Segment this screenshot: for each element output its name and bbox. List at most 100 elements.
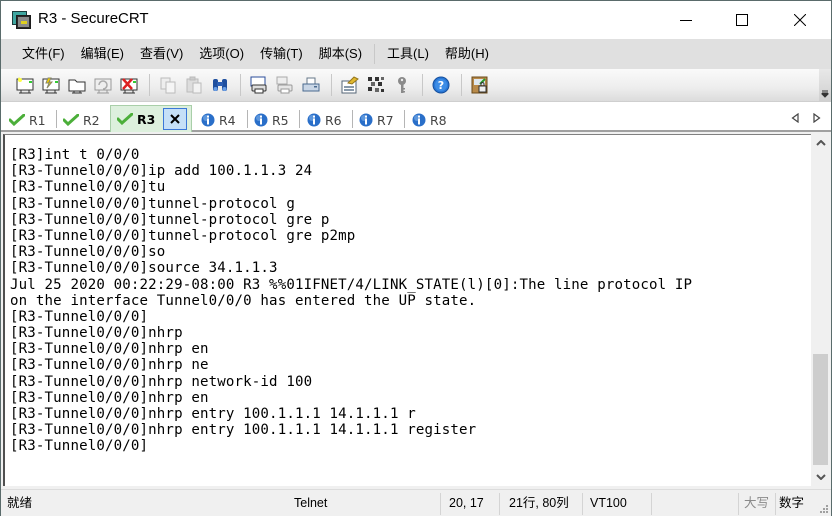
terminal-line: [R3-Tunnel0/0/0]tu xyxy=(10,179,166,196)
connect-button[interactable] xyxy=(65,73,89,97)
menu-bar: 文件(F) 编辑(E) 查看(V) 选项(O) 传输(T) 脚本(S) 工具(L… xyxy=(1,39,831,69)
terminal-line: [R3-Tunnel0/0/0]nhrp en xyxy=(10,341,209,358)
triangle-left-icon xyxy=(791,113,799,123)
terminal-line: [R3-Tunnel0/0/0]source 34.1.1.3 xyxy=(10,260,278,277)
info-icon xyxy=(254,113,268,127)
menu-script[interactable]: 脚本(S) xyxy=(311,43,370,65)
find-button[interactable] xyxy=(208,73,232,97)
tab-label: R8 xyxy=(430,112,447,128)
session-options-button[interactable] xyxy=(338,73,362,97)
menu-options[interactable]: 选项(O) xyxy=(191,43,252,65)
terminal-line: [R3-Tunnel0/0/0]nhrp entry 100.1.1.1 14.… xyxy=(10,406,416,422)
info-icon xyxy=(307,113,321,127)
close-icon xyxy=(170,114,181,124)
tab-r1[interactable]: R1 xyxy=(9,109,46,131)
window-title: R3 - SecureCRT xyxy=(38,10,149,27)
print-screen-button[interactable] xyxy=(247,73,271,97)
scroll-up-button[interactable] xyxy=(811,134,830,152)
menu-transfer[interactable]: 传输(T) xyxy=(252,43,311,65)
toolbar-overflow-button[interactable] xyxy=(819,69,831,102)
sftp-button[interactable] xyxy=(468,73,492,97)
tab-r3[interactable]: R3 xyxy=(110,105,193,132)
print-screen-icon xyxy=(250,76,267,94)
scrollbar-thumb[interactable] xyxy=(813,354,828,465)
session-options-icon xyxy=(341,76,359,94)
info-icon xyxy=(201,113,215,127)
menu-tools[interactable]: 工具(L) xyxy=(379,43,437,65)
tab-label: R5 xyxy=(272,112,289,128)
terminal-line: [R3-Tunnel0/0/0]nhrp xyxy=(10,325,183,342)
terminal-line: [R3-Tunnel0/0/0]ip add 100.1.1.3 24 xyxy=(10,163,313,180)
tab-scroll-left-button[interactable] xyxy=(788,110,802,126)
tab-label: R1 xyxy=(29,112,46,128)
quick-connect-button[interactable] xyxy=(13,73,37,97)
session-tab-bar: R1 R2 R3 R4 R5 R6 R7 R8 xyxy=(1,102,831,132)
toolbar-separator xyxy=(149,74,150,96)
svg-text:?: ? xyxy=(438,79,444,92)
terminal-line: [R3-Tunnel0/0/0]tunnel-protocol g xyxy=(10,195,295,212)
terminal-output: [R3]int t 0/0/0 [R3-Tunnel0/0/0]ip add 10… xyxy=(10,147,692,455)
connect-icon xyxy=(68,79,86,94)
print-selection-icon xyxy=(276,76,293,94)
connected-check-icon xyxy=(117,113,133,125)
maximize-button[interactable] xyxy=(719,1,765,39)
copy-icon xyxy=(160,77,176,94)
tab-r6[interactable]: R6 xyxy=(307,109,342,131)
tab-r2[interactable]: R2 xyxy=(63,109,100,131)
terminal-line: [R3]int t 0/0/0 xyxy=(10,147,140,163)
terminal-line: Jul 25 2020 00:22:29-08:00 R3 %%01IFNET/… xyxy=(10,276,693,293)
minimize-icon xyxy=(680,20,692,21)
menu-help[interactable]: 帮助(H) xyxy=(437,43,497,65)
minimize-button[interactable] xyxy=(663,1,709,39)
tab-close-button[interactable] xyxy=(163,108,188,130)
emulation-mode: VT100 xyxy=(590,496,627,510)
maximize-icon xyxy=(736,14,748,26)
status-text: 就绪 xyxy=(7,496,33,510)
terminal-size: 21行, 80列 xyxy=(509,496,569,510)
paste-button[interactable] xyxy=(182,73,206,97)
title-bar: R3 - SecureCRT xyxy=(1,1,831,39)
status-bar: 就绪 Telnet 20, 17 21行, 80列 VT100 大写 数字 xyxy=(1,489,831,516)
protocol-indicator: Telnet xyxy=(294,496,328,510)
reconnect-button[interactable] xyxy=(91,73,115,97)
disconnect-button[interactable] xyxy=(117,73,141,97)
resize-grip-icon[interactable] xyxy=(817,502,829,514)
terminal-line: [R3-Tunnel0/0/0]nhrp en xyxy=(10,389,209,406)
tab-separator xyxy=(352,110,353,128)
tab-r8[interactable]: R8 xyxy=(412,109,447,131)
triangle-right-icon xyxy=(813,113,821,123)
scroll-down-button[interactable] xyxy=(811,468,830,486)
tab-scroll-right-button[interactable] xyxy=(810,110,824,126)
terminal-screen[interactable]: [R3]int t 0/0/0 [R3-Tunnel0/0/0]ip add 10… xyxy=(3,134,811,486)
sftp-icon xyxy=(471,76,488,94)
tab-separator xyxy=(247,110,248,128)
tab-label: R2 xyxy=(83,112,100,128)
tab-r4[interactable]: R4 xyxy=(201,109,236,131)
tab-r5[interactable]: R5 xyxy=(254,109,289,131)
printer-icon xyxy=(302,77,320,92)
menu-file[interactable]: 文件(F) xyxy=(14,43,73,65)
status-separator xyxy=(440,493,441,515)
terminal-line: [R3-Tunnel0/0/0]nhrp entry 100.1.1.1 14.… xyxy=(10,422,477,439)
tab-r7[interactable]: R7 xyxy=(359,109,394,131)
menu-separator xyxy=(374,44,376,64)
connect-in-tab-icon xyxy=(42,77,60,94)
close-button[interactable] xyxy=(777,1,823,39)
print-selection-button[interactable] xyxy=(273,73,297,97)
info-icon xyxy=(359,113,373,127)
help-button[interactable]: ? xyxy=(429,73,453,97)
print-button[interactable] xyxy=(299,73,323,97)
connect-in-tab-button[interactable] xyxy=(39,73,63,97)
keymap-icon xyxy=(368,77,384,92)
terminal-line: [R3-Tunnel0/0/0] xyxy=(10,308,149,325)
keymap-button[interactable] xyxy=(364,73,388,97)
terminal-line: [R3-Tunnel0/0/0] xyxy=(10,438,149,455)
copy-button[interactable] xyxy=(156,73,180,97)
terminal-scrollbar[interactable] xyxy=(811,134,830,486)
menu-edit[interactable]: 编辑(E) xyxy=(73,43,132,65)
status-separator xyxy=(499,493,500,515)
status-separator xyxy=(582,493,583,515)
key-icon xyxy=(398,77,406,93)
public-key-button[interactable] xyxy=(390,73,414,97)
menu-view[interactable]: 查看(V) xyxy=(132,43,191,65)
